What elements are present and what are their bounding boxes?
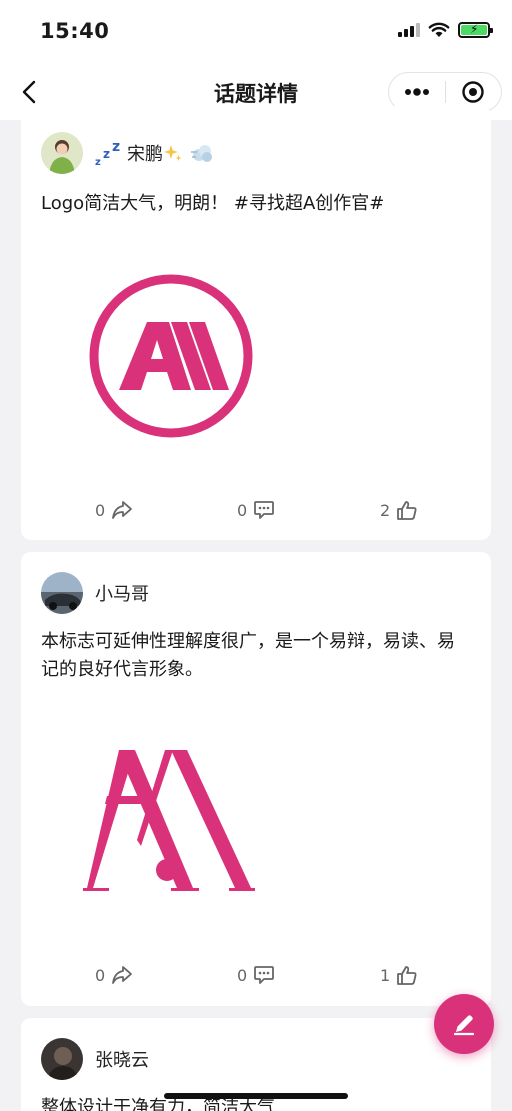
- author-name: 张晓云: [95, 1050, 149, 1071]
- like-count: 2: [380, 500, 391, 520]
- battery-charging-icon: ⚡: [458, 22, 493, 38]
- thumbs-up-icon: [397, 501, 417, 520]
- post-actions: 0 0 2: [21, 500, 491, 530]
- post-actions: 0 0 1: [21, 965, 491, 995]
- post-author: 小马哥: [41, 572, 149, 614]
- avatar[interactable]: [41, 572, 83, 614]
- svg-text:z: z: [103, 147, 110, 161]
- share-action[interactable]: 0: [95, 965, 133, 985]
- post-author: z z z 宋鹏: [41, 132, 215, 174]
- avatar[interactable]: [41, 132, 83, 174]
- share-arrow-icon: [112, 501, 133, 519]
- compose-post-button[interactable]: [434, 994, 494, 1054]
- sparkles-icon: [164, 145, 182, 161]
- like-action[interactable]: 1: [380, 965, 418, 985]
- zzz-sleep-icon: z z z: [95, 139, 120, 167]
- svg-text:z: z: [95, 157, 101, 167]
- comment-count: 0: [237, 965, 248, 985]
- pencil-icon: [453, 1015, 475, 1036]
- comment-action[interactable]: 0: [237, 500, 275, 520]
- share-count: 0: [95, 965, 106, 985]
- share-arrow-icon: [112, 966, 133, 984]
- status-time: 15:40: [40, 19, 110, 43]
- comment-action[interactable]: 0: [237, 965, 275, 985]
- comment-bubble-icon: [254, 501, 275, 519]
- comment-count: 0: [237, 500, 248, 520]
- wind-puff-icon: [191, 145, 212, 162]
- post-text: 本标志可延伸性理解度很广，是一个易辩，易读、易记的良好代言形象。: [41, 631, 455, 680]
- comment-bubble-icon: [254, 966, 275, 984]
- post-card[interactable]: 小马哥 本标志可延伸性理解度很广，是一个易辩，易读、易记的良好代言形象。 0 0…: [21, 552, 491, 1006]
- post-card[interactable]: z z z 宋鹏 Logo简洁大气，明朗！ #寻找超A创作官# 0 0 2: [21, 106, 491, 540]
- like-count: 1: [380, 965, 391, 985]
- author-name: 小马哥: [95, 584, 149, 605]
- svg-text:z: z: [112, 139, 120, 155]
- author-name: 宋鹏: [127, 144, 163, 165]
- cellular-signal-icon: [398, 23, 420, 37]
- post-author: 张晓云: [41, 1038, 149, 1080]
- more-dots-icon: [404, 88, 429, 96]
- share-count: 0: [95, 500, 106, 520]
- share-action[interactable]: 0: [95, 500, 133, 520]
- target-circle-icon: [462, 81, 484, 103]
- status-bar: 15:40 ⚡: [0, 0, 512, 64]
- thumbs-up-icon: [397, 966, 417, 985]
- wifi-icon: [428, 22, 450, 37]
- status-icons: ⚡: [398, 22, 493, 38]
- post-image[interactable]: [81, 266, 261, 446]
- avatar[interactable]: [41, 1038, 83, 1080]
- home-indicator: [164, 1093, 348, 1099]
- post-image[interactable]: [83, 746, 263, 896]
- like-action[interactable]: 2: [380, 500, 418, 520]
- post-text: Logo简洁大气，明朗！ #寻找超A创作官#: [41, 193, 385, 214]
